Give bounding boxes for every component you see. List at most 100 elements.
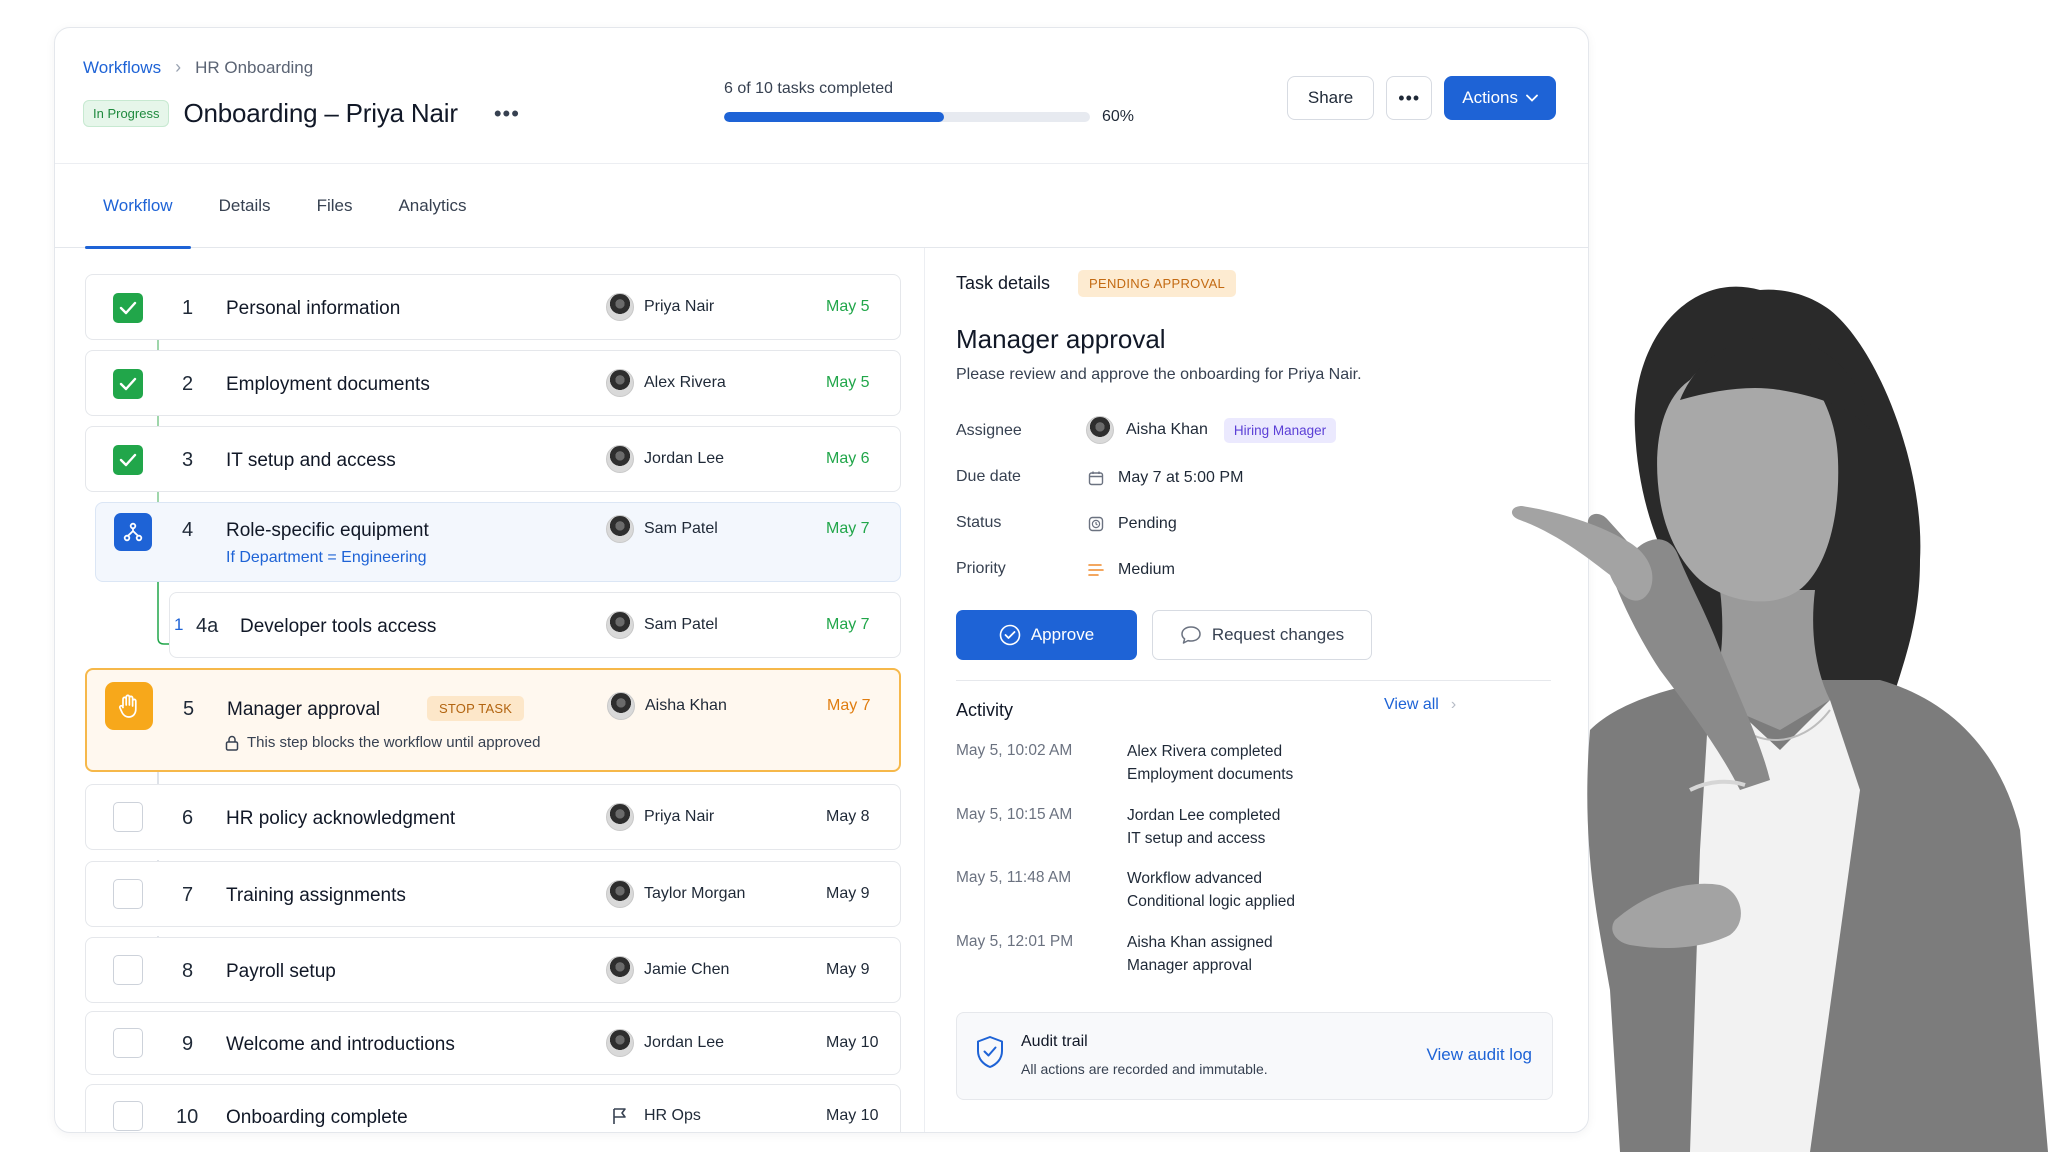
avatar [606, 445, 634, 473]
task-assignee: Sam Patel [606, 515, 718, 543]
activity-entry: Workflow advanced Conditional logic appl… [1127, 867, 1295, 913]
calendar-icon [1086, 468, 1106, 488]
chevron-right-icon: › [175, 57, 182, 77]
clock-icon [1086, 514, 1106, 534]
task-row-stop[interactable]: 5 Manager approval STOP TASK This step b… [85, 668, 901, 772]
assignee-name: Taylor Morgan [644, 885, 746, 902]
header-actions: Share ••• Actions [1286, 76, 1556, 120]
more-horizontal-icon: ••• [1398, 87, 1421, 108]
tab-details[interactable]: Details [201, 164, 289, 248]
task-row[interactable]: 10 Onboarding complete HR Ops May 10 [85, 1084, 901, 1132]
actions-dropdown-button[interactable]: Actions [1444, 76, 1556, 120]
task-row[interactable]: 3 IT setup and access Jordan Lee May 6 [85, 426, 901, 492]
workflow-task-list: 1 Personal information Priya Nair May 5 … [85, 248, 925, 1132]
blocking-note: This step blocks the workflow until appr… [225, 734, 540, 751]
avatar [1086, 416, 1114, 444]
avatar [606, 515, 634, 543]
task-row-conditional[interactable]: 4 Role-specific equipment If Department … [95, 502, 901, 582]
task-date: May 5 [826, 298, 870, 315]
task-assignee: Priya Nair [606, 803, 714, 831]
task-name: Role-specific equipment [226, 520, 429, 541]
tab-analytics[interactable]: Analytics [380, 164, 484, 248]
task-number: 9 [182, 1033, 194, 1055]
task-name: Developer tools access [240, 616, 437, 637]
flag-icon [606, 1102, 634, 1130]
task-checkbox[interactable] [113, 879, 143, 909]
assignee-name: Priya Nair [644, 298, 715, 315]
task-name: Employment documents [226, 374, 430, 395]
task-date: May 7 [827, 697, 871, 714]
completed-checkbox[interactable] [113, 293, 143, 323]
task-date: May 8 [826, 808, 870, 825]
tab-workflow[interactable]: Workflow [85, 164, 191, 249]
avatar [607, 692, 635, 720]
task-date: May 5 [826, 374, 870, 391]
activity-time: May 5, 10:15 AM [956, 806, 1073, 823]
task-row[interactable]: 1 Personal information Priya Nair May 5 [85, 274, 901, 340]
task-assignee: HR Ops [606, 1102, 701, 1130]
due-date-value: May 7 at 5:00 PM [1086, 468, 1243, 488]
task-name: Welcome and introductions [226, 1034, 455, 1055]
due-date-text: May 7 at 5:00 PM [1118, 469, 1244, 486]
assignee-name: Jordan Lee [644, 450, 725, 467]
task-date: May 9 [826, 885, 870, 902]
activity-line: Jordan Lee completed [1127, 807, 1281, 824]
avatar [606, 1029, 634, 1057]
task-checkbox[interactable] [113, 955, 143, 985]
more-actions-button[interactable]: ••• [1386, 76, 1433, 120]
task-row[interactable]: 2 Employment documents Alex Rivera May 5 [85, 350, 901, 416]
task-assignee: Jordan Lee [606, 445, 724, 473]
request-changes-label: Request changes [1211, 625, 1345, 644]
comment-icon [1181, 626, 1201, 644]
task-checkbox[interactable] [113, 1101, 143, 1131]
task-name: HR policy acknowledgment [226, 808, 456, 829]
completed-checkbox[interactable] [113, 445, 143, 475]
shield-check-icon [977, 1036, 1003, 1068]
task-date: May 6 [826, 450, 870, 467]
branch-icon-box [114, 513, 152, 551]
priority-label: Priority [956, 560, 1006, 577]
approve-button[interactable]: Approve [956, 610, 1137, 660]
task-date: May 10 [826, 1107, 879, 1124]
page-header: Workflows › HR Onboarding In Progress On… [55, 28, 1588, 164]
more-options-icon[interactable]: ••• [494, 102, 520, 124]
task-row[interactable]: 7 Training assignments Taylor Morgan May… [85, 861, 901, 927]
task-name: Training assignments [226, 885, 406, 906]
activity-heading: Activity [956, 700, 1014, 720]
checkmark-icon [119, 453, 137, 467]
activity-entry: Aisha Khan assigned Manager approval [1127, 931, 1273, 977]
task-row-subtask[interactable]: 1 4a Developer tools access Sam Patel Ma… [169, 592, 901, 658]
status-badge: In Progress [83, 100, 170, 127]
task-name: Personal information [226, 298, 401, 319]
title-row: In Progress Onboarding – Priya Nair ••• [83, 98, 520, 129]
task-row[interactable]: 9 Welcome and introductions Jordan Lee M… [85, 1011, 901, 1075]
task-assignee: Sam Patel [606, 611, 718, 639]
task-checkbox[interactable] [113, 802, 143, 832]
stop-task-badge: STOP TASK [427, 696, 525, 721]
tab-files[interactable]: Files [299, 164, 371, 248]
task-row[interactable]: 6 HR policy acknowledgment Priya Nair Ma… [85, 784, 901, 850]
assignee-value: Aisha Khan Hiring Manager [1086, 416, 1337, 444]
task-checkbox[interactable] [113, 1028, 143, 1058]
activity-entry: Jordan Lee completed IT setup and access [1127, 804, 1280, 850]
share-button[interactable]: Share [1286, 76, 1375, 120]
task-name: Onboarding complete [226, 1107, 408, 1128]
task-assignee: Jordan Lee [606, 1029, 724, 1057]
task-assignee: Taylor Morgan [606, 880, 745, 908]
request-changes-button[interactable]: Request changes [1152, 610, 1372, 660]
checkmark-icon [119, 301, 137, 315]
completed-checkbox[interactable] [113, 369, 143, 399]
task-details-header: Task details PENDING APPROVAL [956, 270, 1237, 297]
progress-bar [724, 112, 1090, 122]
activity-line: Aisha Khan assigned [1127, 934, 1273, 951]
actions-label: Actions [1462, 88, 1518, 107]
avatar [606, 293, 634, 321]
status-value: Pending [1086, 514, 1177, 534]
status-label: Status [956, 514, 1002, 531]
check-circle-icon [999, 624, 1021, 646]
task-row[interactable]: 8 Payroll setup Jamie Chen May 9 [85, 937, 901, 1003]
avatar [606, 369, 634, 397]
breadcrumb-workflows-link[interactable]: Workflows [83, 58, 161, 78]
condition-label[interactable]: If Department = Engineering [226, 549, 427, 567]
assignee-name: HR Ops [644, 1107, 701, 1124]
